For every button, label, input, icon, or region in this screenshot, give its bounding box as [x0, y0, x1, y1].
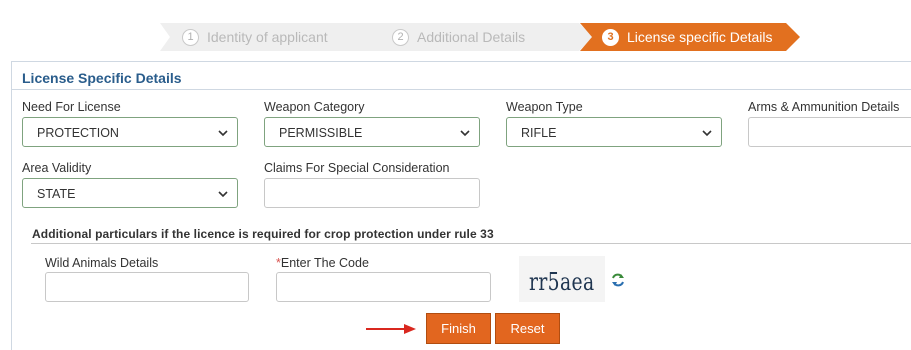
- need-for-license-label: Need For License: [22, 100, 121, 114]
- captcha-text: rr5aea: [529, 268, 595, 296]
- panel-title: License Specific Details: [22, 70, 182, 86]
- step-identity-of-applicant[interactable]: 1 Identity of applicant: [160, 23, 388, 51]
- area-validity-select[interactable]: STATE: [22, 178, 238, 208]
- reset-button[interactable]: Reset: [495, 313, 560, 344]
- weapon-type-value: RIFLE: [521, 126, 557, 140]
- claims-special-input[interactable]: [264, 178, 480, 208]
- weapon-type-select[interactable]: RIFLE: [506, 117, 722, 147]
- wild-animals-label: Wild Animals Details: [45, 256, 159, 270]
- enter-code-input[interactable]: [276, 272, 491, 302]
- step-label: License specific Details: [627, 29, 773, 45]
- step-number: 2: [392, 28, 409, 46]
- wild-animals-input[interactable]: [45, 272, 249, 302]
- weapon-category-label: Weapon Category: [264, 100, 365, 114]
- arrow-right-icon: [366, 324, 416, 334]
- chevron-down-icon: [218, 130, 228, 137]
- crop-section-divider: [31, 243, 911, 244]
- weapon-category-select[interactable]: PERMISSIBLE: [264, 117, 480, 147]
- enter-code-label: *Enter The Code: [276, 256, 369, 270]
- need-for-license-value: PROTECTION: [37, 126, 119, 140]
- step-label: Additional Details: [417, 29, 526, 45]
- step-additional-details[interactable]: 2 Additional Details: [370, 23, 595, 51]
- weapon-type-label: Weapon Type: [506, 100, 583, 114]
- step-label: Identity of applicant: [207, 29, 328, 45]
- enter-code-label-text: Enter The Code: [280, 256, 369, 270]
- step-license-specific-details[interactable]: 3 License specific Details: [580, 23, 802, 51]
- panel-divider: [12, 89, 911, 90]
- claims-special-label: Claims For Special Consideration: [264, 161, 450, 175]
- captcha-image: rr5aea: [519, 256, 605, 302]
- arms-ammunition-label: Arms & Ammunition Details: [748, 100, 900, 114]
- arms-ammunition-input[interactable]: [748, 117, 911, 147]
- chevron-down-icon: [702, 130, 712, 137]
- crop-section-title: Additional particulars if the licence is…: [32, 227, 494, 241]
- need-for-license-select[interactable]: PROTECTION: [22, 117, 238, 147]
- weapon-category-value: PERMISSIBLE: [279, 126, 363, 140]
- finish-button[interactable]: Finish: [426, 313, 491, 344]
- area-validity-value: STATE: [37, 187, 76, 201]
- refresh-icon[interactable]: [610, 272, 626, 288]
- area-validity-label: Area Validity: [22, 161, 92, 175]
- step-number: 3: [602, 28, 619, 46]
- step-number: 1: [182, 28, 199, 46]
- chevron-down-icon: [460, 130, 470, 137]
- chevron-down-icon: [218, 191, 228, 198]
